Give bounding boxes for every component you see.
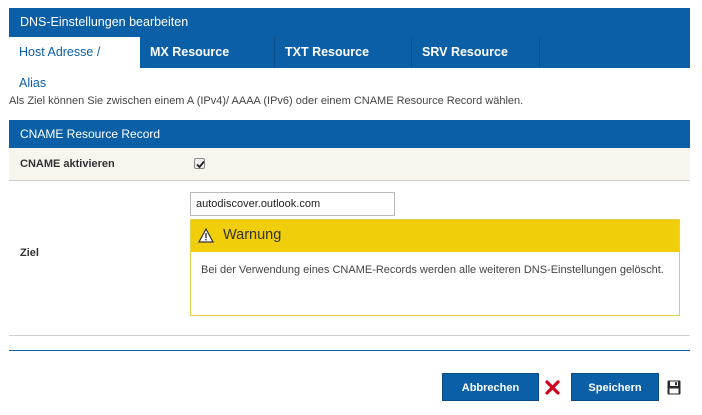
warning-triangle-icon — [198, 228, 214, 243]
cname-label: CNAME aktivieren — [20, 158, 115, 170]
tab-txt-resource-record[interactable]: TXT Resource Record — [275, 37, 412, 90]
warning-message: Bei der Verwendung eines CNAME-Records w… — [201, 264, 664, 276]
warning-box: Warnung Bei der Verwendung eines CNAME-R… — [190, 219, 680, 316]
checkmark-icon — [196, 160, 205, 169]
intro-text: Als Ziel können Sie zwischen einem A (IP… — [9, 95, 524, 107]
section-title: CNAME Resource Record — [9, 120, 690, 148]
warning-header: Warnung — [191, 220, 679, 252]
floppy-disk-icon[interactable] — [667, 380, 681, 395]
tab-host-address-alias[interactable]: Host Adresse / Alias — [9, 37, 140, 90]
tab-bar: Host Adresse / Alias MX Resource Record … — [9, 37, 690, 90]
close-x-icon[interactable] — [545, 380, 560, 395]
save-button[interactable]: Speichern — [571, 373, 659, 401]
cname-checkbox[interactable] — [194, 158, 205, 169]
cname-row: CNAME aktivieren — [9, 148, 690, 181]
ziel-row: Ziel Warnung Bei der Verwendung eines CN… — [9, 181, 690, 336]
footer-divider — [9, 350, 690, 351]
warning-title: Warnung — [223, 227, 282, 243]
ziel-label: Ziel — [20, 247, 39, 259]
tab-mx-resource-record[interactable]: MX Resource Record — [140, 37, 275, 90]
tab-srv-resource-record[interactable]: SRV Resource Record — [412, 37, 540, 90]
window-title: DNS-Einstellungen bearbeiten — [9, 8, 690, 37]
cancel-button[interactable]: Abbrechen — [442, 373, 539, 401]
ziel-input[interactable] — [190, 192, 395, 216]
dns-settings-panel: DNS-Einstellungen bearbeiten Host Adress… — [9, 8, 690, 401]
footer-actions: Abbrechen Speichern — [9, 373, 690, 403]
